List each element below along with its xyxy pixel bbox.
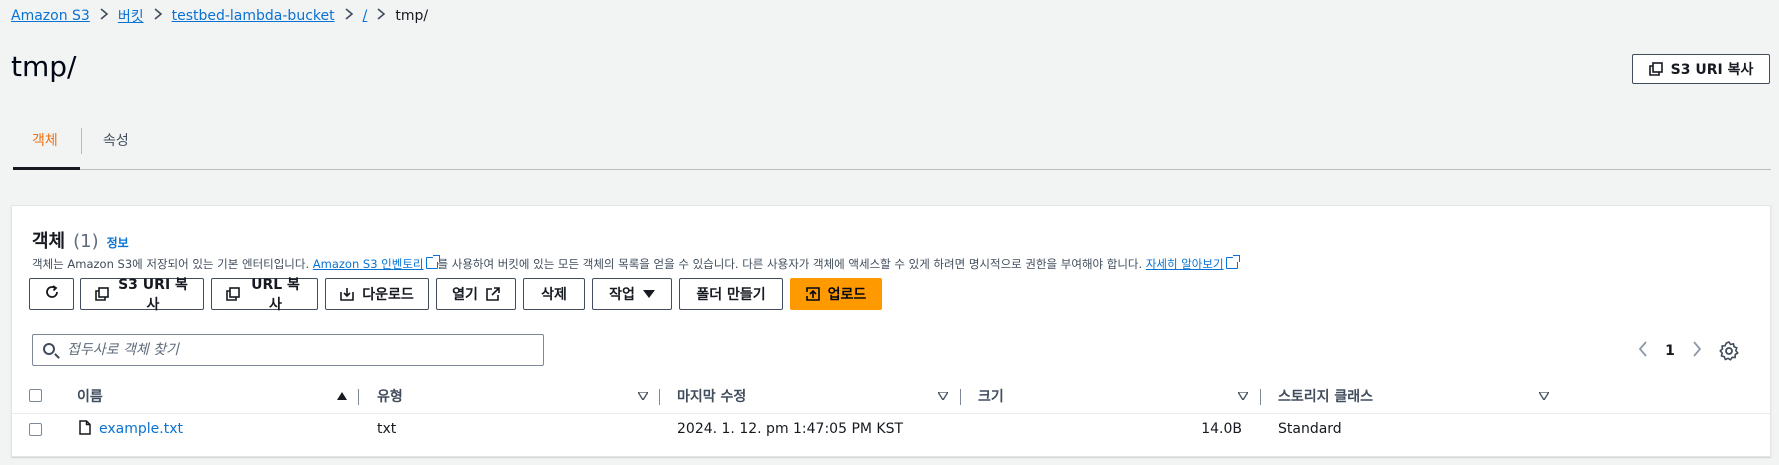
row-checkbox[interactable] [29, 422, 42, 436]
chevron-right-icon [90, 8, 118, 24]
create-folder-button[interactable]: 폴더 만들기 [679, 278, 783, 310]
copy-icon [226, 287, 240, 301]
tab-properties[interactable]: 속성 [103, 130, 129, 150]
sort-icon[interactable] [1539, 378, 1549, 413]
object-count: (1) [73, 231, 99, 252]
inventory-link-label: Amazon S3 인벤토리 [312, 257, 424, 271]
delete-button[interactable]: 삭제 [523, 278, 585, 310]
storage-class-cell: Standard [1278, 421, 1342, 437]
copy-icon [95, 287, 109, 301]
actions-label: 작업 [609, 287, 635, 303]
download-button[interactable]: 다운로드 [325, 278, 429, 310]
copy-s3-uri-button[interactable]: S3 URI 복사 [80, 277, 204, 313]
panel-header: 객체 (1) 정보 [32, 227, 129, 253]
copy-s3-uri-header-label: S3 URI 복사 [1670, 62, 1754, 78]
next-page-icon[interactable] [1685, 340, 1709, 362]
breadcrumb: Amazon S3 버킷 testbed-lambda-bucket / tmp… [11, 6, 428, 26]
prev-page-icon[interactable] [1631, 340, 1655, 362]
tab-active-indicator [13, 167, 80, 170]
sort-icon[interactable] [938, 378, 948, 413]
copy-url-label: URL 복사 [251, 277, 300, 313]
chevron-right-icon [335, 8, 363, 24]
upload-icon [805, 287, 820, 301]
type-cell: txt [377, 421, 397, 437]
info-link[interactable]: 정보 [107, 234, 129, 251]
copy-s3-uri-label: S3 URI 복사 [118, 277, 188, 313]
file-icon [79, 419, 91, 439]
breadcrumb-current: tmp/ [395, 8, 429, 24]
delete-label: 삭제 [541, 287, 567, 303]
refresh-button[interactable] [29, 278, 74, 310]
select-all-cell [29, 378, 42, 413]
desc-text-2: 를 사용하여 버킷에 있는 모든 객체의 목록을 얻을 수 있습니다. 다른 사… [437, 257, 1143, 271]
inventory-link[interactable]: Amazon S3 인벤토리 [312, 255, 440, 271]
copy-icon [1648, 62, 1663, 76]
column-header-storage-class[interactable]: 스토리지 클래스 [1278, 378, 1373, 413]
desc-text-1: 객체는 Amazon S3에 저장되어 있는 기본 엔터티입니다. [32, 257, 310, 271]
search-box [32, 334, 544, 366]
page-title: tmp/ [11, 50, 77, 83]
column-header-type[interactable]: 유형 [377, 378, 403, 413]
table-row: example.txt txt 2024. 1. 12. pm 1:47:05 … [12, 414, 1770, 444]
open-button[interactable]: 열기 [436, 278, 516, 310]
external-link-icon [1225, 255, 1240, 269]
column-header-name[interactable]: 이름 [77, 378, 103, 413]
learn-more-link[interactable]: 자세히 알아보기 [1145, 255, 1240, 271]
row-select-cell [29, 414, 42, 444]
modified-cell: 2024. 1. 12. pm 1:47:05 PM KST [677, 421, 904, 437]
search-input[interactable] [67, 342, 543, 358]
column-divider[interactable] [1260, 389, 1261, 405]
actions-dropdown[interactable]: 작업 [592, 278, 672, 310]
breadcrumb-buckets[interactable]: 버킷 [118, 6, 144, 26]
panel-title: 객체 [32, 231, 66, 252]
current-page[interactable]: 1 [1655, 343, 1685, 359]
panel-description: 객체는 Amazon S3에 저장되어 있는 기본 엔터티입니다. Amazon… [32, 255, 1240, 272]
name-cell: example.txt [79, 414, 183, 444]
size-cell: 14.0B [1201, 421, 1242, 437]
search-icon [43, 343, 55, 355]
copy-url-button[interactable]: URL 복사 [211, 277, 318, 313]
sort-icon[interactable] [638, 378, 648, 413]
breadcrumb-bucket[interactable]: testbed-lambda-bucket [172, 8, 335, 24]
table-header: 이름 유형 마지막 수정 크기 스토리지 클래스 [12, 378, 1770, 414]
column-divider[interactable] [960, 389, 961, 405]
chevron-right-icon [367, 8, 395, 24]
column-divider[interactable] [358, 389, 359, 405]
open-label: 열기 [452, 287, 478, 303]
tab-objects[interactable]: 객체 [32, 130, 58, 150]
objects-panel: 객체 (1) 정보 객체는 Amazon S3에 저장되어 있는 기본 엔터티입… [11, 205, 1771, 457]
download-icon [340, 287, 355, 301]
column-header-last-modified[interactable]: 마지막 수정 [677, 378, 746, 413]
create-folder-label: 폴더 만들기 [696, 287, 766, 303]
tab-bar: 객체 속성 [13, 116, 1771, 170]
copy-s3-uri-header-button[interactable]: S3 URI 복사 [1632, 54, 1770, 84]
caret-down-icon [642, 286, 655, 302]
tab-divider [81, 128, 82, 154]
refresh-icon [44, 284, 60, 304]
select-all-checkbox[interactable] [29, 389, 42, 402]
gear-icon[interactable] [1718, 340, 1740, 362]
column-divider[interactable] [659, 389, 660, 405]
upload-button[interactable]: 업로드 [790, 278, 882, 310]
file-name-link[interactable]: example.txt [99, 421, 183, 437]
column-header-size[interactable]: 크기 [978, 378, 1004, 413]
breadcrumb-amazon-s3[interactable]: Amazon S3 [11, 8, 90, 24]
sort-icon[interactable] [1238, 378, 1248, 413]
upload-label: 업로드 [827, 287, 867, 303]
sort-ascending-icon[interactable] [337, 378, 347, 413]
learn-more-label: 자세히 알아보기 [1145, 257, 1224, 271]
external-link-icon [486, 287, 500, 301]
download-label: 다운로드 [362, 287, 414, 303]
pagination: 1 [1631, 338, 1709, 364]
chevron-right-icon [144, 8, 172, 24]
external-link-icon [425, 255, 440, 269]
